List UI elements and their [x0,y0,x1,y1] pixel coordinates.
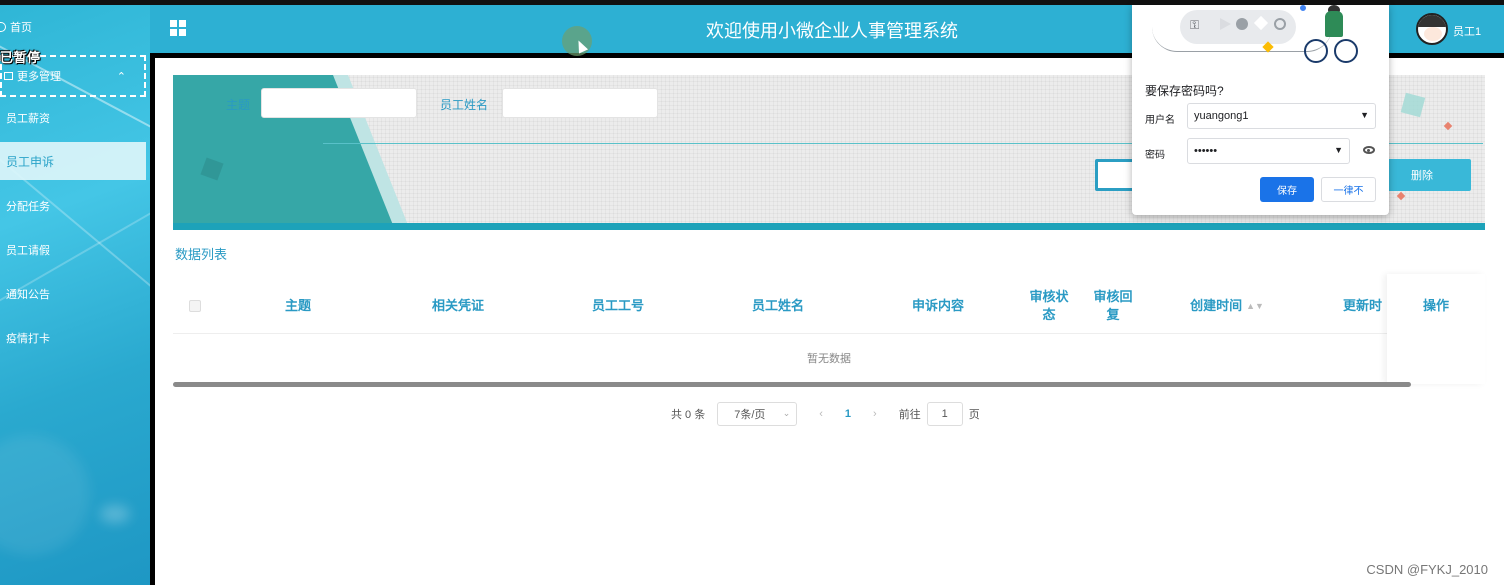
avatar[interactable] [1416,13,1448,45]
never-save-button[interactable]: 一律不 [1321,177,1376,202]
watermark: CSDN @FYKJ_2010 [1366,562,1488,577]
save-password-button[interactable]: 保存 [1260,177,1314,202]
sidebar-item-notice[interactable]: 通知公告 [0,275,146,313]
column-header: 申诉内容 [911,298,964,313]
user-name[interactable]: 员工1 [1453,23,1481,39]
column-header: 审核状态 [1029,289,1069,322]
banner-decoration [1443,121,1453,131]
subject-input[interactable] [261,88,417,118]
goto-label: 前往 [898,409,921,421]
sidebar-item-label: 员工申诉 [6,154,55,169]
chevron-up-icon: ⌃ [116,71,126,83]
sidebar-item-home[interactable]: 首页 [0,19,32,35]
column-header: 主题 [284,298,311,313]
sidebar-item-checkin[interactable]: 疫情打卡 [0,319,146,357]
sidebar: 首页 更多管理 ⌃ 已暂停 员工薪资 员工申诉 分配任务 员工请假 通知公告 疫… [0,5,150,585]
bicycle-wheel-icon [1304,39,1328,63]
page-title: 欢迎使用小微企业人事管理系统 [706,21,958,41]
banner-decoration [1400,92,1426,118]
sidebar-group-label: 更多管理 [17,71,61,83]
page-size-select[interactable]: 7条/页 ⌄ [717,402,798,426]
prev-page-icon[interactable]: ‹ [819,408,823,420]
page-size-value: 7条/页 [734,409,766,421]
next-page-icon[interactable]: › [873,408,877,420]
sidebar-item-leave[interactable]: 员工请假 [0,231,146,269]
cyclist-icon [1325,11,1343,37]
sidebar-item-label: 疫情打卡 [6,333,50,345]
sidebar-item-label: 通知公告 [6,289,50,301]
search-button[interactable] [1095,159,1135,191]
sidebar-decoration [100,505,130,523]
pagination: 共 0 条 7条/页 ⌄ ‹ 1 › 前往 1 页 [671,402,980,426]
column-header: 更新时 [1343,298,1383,313]
sidebar-item-label: 首页 [10,22,32,34]
menu-grid-icon[interactable] [170,20,186,36]
password-value: •••••• [1194,145,1218,157]
column-header: 员工姓名 [751,298,804,313]
employee-name-input[interactable] [502,88,658,118]
dropdown-arrow-icon: ▼ [1334,145,1343,155]
current-page[interactable]: 1 [845,408,851,420]
data-table: 主题 相关凭证 员工工号 员工姓名 申诉内容 审核状态 审核回复 创建时间 ▲▼… [173,274,1485,388]
select-all-checkbox[interactable] [189,300,201,312]
sidebar-decoration [0,435,90,555]
column-header: 审核回复 [1093,289,1133,322]
data-list-title: 数据列表 [175,247,228,262]
chevron-down-icon: ⌄ [782,408,791,418]
save-password-popup: ⚿ 要保存密码吗? 用户名 yuangong1 ▼ 密码 •••••• ▼ 保存… [1132,5,1389,215]
employee-name-label: 员工姓名 [440,98,489,112]
monitor-icon [4,72,13,80]
username-value: yuangong1 [1194,110,1249,122]
empty-message: 暂无数据 [807,353,851,365]
horizontal-scrollbar[interactable] [173,382,1411,387]
column-header-sortable[interactable]: 创建时间 ▲▼ [1179,278,1275,334]
subject-label: 主题 [226,98,251,112]
play-icon [1220,18,1231,30]
eye-icon[interactable] [1363,146,1375,154]
username-select[interactable]: yuangong1 ▼ [1187,103,1376,129]
ring-icon [1274,18,1286,30]
circle-icon [1236,18,1248,30]
sidebar-item-label: 员工请假 [6,245,50,257]
sort-icon[interactable]: ▲▼ [1246,297,1264,315]
sidebar-item-label: 员工薪资 [6,113,50,125]
fixed-action-column: 操作 [1387,274,1485,384]
bicycle-wheel-icon [1334,39,1358,63]
sparkle-icon [1298,5,1308,13]
page-suffix: 页 [968,409,980,421]
key-icon: ⚿ [1190,18,1200,32]
paused-overlay: 已暂停 [0,50,41,65]
column-header: 操作 [1422,298,1449,313]
column-header: 相关凭证 [431,298,484,313]
banner-decoration [1396,191,1406,201]
sidebar-item-task[interactable]: 分配任务 [0,187,146,225]
banner-decoration [173,223,1485,230]
sidebar-item-label: 分配任务 [6,201,50,213]
table-header: 主题 相关凭证 员工工号 员工姓名 申诉内容 审核状态 审核回复 创建时间 ▲▼… [173,278,1485,334]
dropdown-arrow-icon: ▼ [1360,110,1369,120]
column-header: 员工工号 [591,298,644,313]
home-icon [0,22,6,32]
total-count: 共 0 条 [671,409,706,421]
goto-page-input[interactable]: 1 [926,402,963,426]
password-label: 密码 [1145,150,1165,161]
column-header-label: 创建时间 [1190,298,1243,313]
sidebar-item-appeal[interactable]: 员工申诉 [0,142,146,180]
sidebar-item-salary[interactable]: 员工薪资 [0,99,146,137]
username-label: 用户名 [1145,115,1175,126]
popup-illustration: ⚿ [1132,5,1389,75]
password-select[interactable]: •••••• ▼ [1187,138,1350,164]
popup-title: 要保存密码吗? [1145,84,1224,98]
